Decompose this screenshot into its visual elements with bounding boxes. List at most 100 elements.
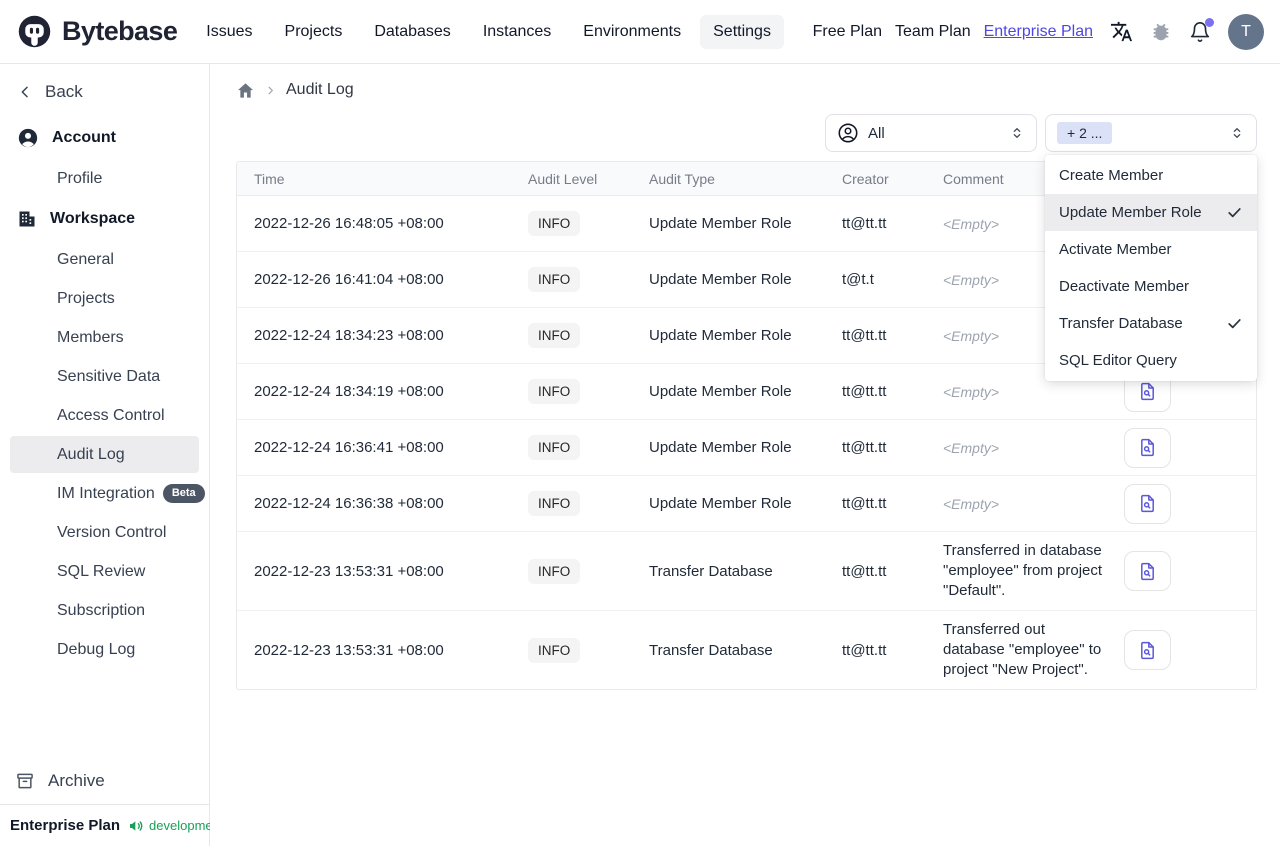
audit-level-badge: INFO: [528, 267, 581, 292]
cell-audit-type: Update Member Role: [649, 439, 792, 456]
home-icon[interactable]: [236, 81, 255, 100]
sidebar-item-access-control[interactable]: Access Control: [10, 397, 199, 434]
person-icon: [17, 127, 39, 149]
sidebar-item-members[interactable]: Members: [10, 319, 199, 356]
bytebase-logo[interactable]: Bytebase: [16, 13, 178, 50]
creator-filter-select[interactable]: All: [825, 114, 1037, 152]
sidebar-section-workspace: Workspace: [0, 199, 209, 239]
nav-item-environments[interactable]: Environments: [570, 15, 694, 49]
cell-creator: tt@tt.tt: [842, 641, 887, 659]
sidebar-item-general[interactable]: General: [10, 241, 199, 278]
sidebar-item-label: Debug Log: [57, 640, 136, 658]
sidebar-item-sql-review[interactable]: SQL Review: [10, 553, 199, 590]
nav-item-databases[interactable]: Databases: [361, 15, 464, 49]
menu-item-deactivate-member[interactable]: Deactivate Member: [1045, 268, 1257, 305]
sidebar-item-im-integration[interactable]: IM Integration Beta: [10, 475, 205, 512]
menu-item-label: Deactivate Member: [1059, 278, 1190, 295]
cell-audit-type: Transfer Database: [649, 641, 773, 659]
nav-item-settings[interactable]: Settings: [700, 14, 784, 49]
chevron-left-icon: [17, 84, 33, 100]
plan-links: Free Plan Team Plan Enterprise Plan: [813, 23, 1093, 41]
cell-creator: tt@tt.tt: [842, 562, 887, 580]
file-search-icon: [1137, 493, 1158, 514]
cell-audit-level: INFO: [528, 379, 649, 404]
cell-audit-level: INFO: [528, 435, 649, 460]
view-detail-button[interactable]: [1124, 551, 1171, 591]
view-detail-button[interactable]: [1124, 483, 1171, 524]
menu-item-create-member[interactable]: Create Member: [1045, 157, 1257, 194]
cell-creator: tt@tt.tt: [842, 327, 887, 344]
sidebar-item-label: Version Control: [57, 523, 167, 541]
notification-bell-icon[interactable]: [1189, 17, 1214, 43]
cell-time: 2022-12-26 16:41:04 +08:00: [254, 271, 444, 288]
sidebar-item-debug-log[interactable]: Debug Log: [10, 631, 199, 668]
cell-time: 2022-12-23 13:53:31 +08:00: [254, 562, 444, 580]
menu-item-sql-editor-query[interactable]: SQL Editor Query: [1045, 342, 1257, 379]
cell-creator: tt@tt.tt: [842, 383, 887, 400]
audit-level-badge: INFO: [528, 491, 581, 516]
menu-item-transfer-database[interactable]: Transfer Database: [1045, 305, 1257, 342]
menu-item-label: SQL Editor Query: [1059, 352, 1177, 369]
cell-time: 2022-12-24 18:34:23 +08:00: [254, 327, 444, 344]
check-icon: [1226, 204, 1243, 221]
plan-indicator: Enterprise Plan development: [0, 804, 224, 846]
cell-time: 2022-12-26 16:48:05 +08:00: [254, 215, 444, 232]
cell-comment: <Empty>: [943, 495, 1000, 512]
back-button[interactable]: Back: [0, 74, 209, 110]
sidebar-item-label: SQL Review: [57, 562, 146, 580]
column-header-audit-level: Audit Level: [528, 170, 598, 187]
archive-box-icon: [15, 771, 35, 791]
sidebar-bottom: Archive Enterprise Plan development: [0, 758, 224, 846]
menu-item-update-member-role[interactable]: Update Member Role: [1045, 194, 1257, 231]
sidebar-item-label: General: [57, 250, 114, 268]
cell-audit-type: Update Member Role: [649, 271, 792, 288]
table-row: 2022-12-24 16:36:38 +08:00 INFO Update Mem…: [237, 476, 1256, 532]
bug-report-icon[interactable]: [1150, 21, 1172, 43]
translate-icon[interactable]: [1110, 20, 1133, 43]
nav-item-instances[interactable]: Instances: [470, 15, 564, 49]
sidebar-item-audit-log[interactable]: Audit Log: [10, 436, 199, 473]
audit-type-filter-value: + 2 ...: [1057, 122, 1113, 144]
cell-comment: <Empty>: [943, 439, 1000, 456]
sidebar-section-title: Account: [52, 129, 116, 146]
filter-toolbar: All + 2 ...: [236, 114, 1257, 152]
nav-item-projects[interactable]: Projects: [272, 15, 356, 49]
audit-level-badge: INFO: [528, 435, 581, 460]
view-detail-button[interactable]: [1124, 630, 1171, 670]
person-circle-icon: [837, 122, 859, 144]
plan-name: Enterprise Plan: [10, 817, 121, 834]
sidebar-item-version-control[interactable]: Version Control: [10, 514, 199, 551]
column-header-time: Time: [254, 170, 285, 187]
column-header-creator: Creator: [842, 170, 889, 187]
enterprise-plan-link[interactable]: Enterprise Plan: [984, 23, 1093, 41]
cell-audit-level: INFO: [528, 211, 649, 236]
menu-item-activate-member[interactable]: Activate Member: [1045, 231, 1257, 268]
app-root: Bytebase Issues Projects Databases Instance…: [0, 0, 1280, 846]
sidebar-item-profile[interactable]: Profile: [10, 160, 199, 197]
sidebar-item-label: Members: [57, 328, 124, 346]
view-detail-button[interactable]: [1124, 427, 1171, 468]
sidebar-item-sensitive-data[interactable]: Sensitive Data: [10, 358, 199, 395]
file-search-icon: [1137, 437, 1158, 458]
audit-level-badge: INFO: [528, 558, 581, 584]
nav-item-issues[interactable]: Issues: [193, 15, 265, 49]
audit-level-badge: INFO: [528, 323, 581, 348]
cell-creator: tt@tt.tt: [842, 495, 887, 512]
avatar[interactable]: T: [1228, 13, 1264, 50]
brand-name: Bytebase: [62, 16, 178, 46]
cell-actions: [1124, 630, 1256, 670]
audit-type-filter-select[interactable]: + 2 ...: [1045, 114, 1257, 152]
free-plan-link[interactable]: Free Plan: [813, 23, 882, 41]
sidebar-item-subscription[interactable]: Subscription: [10, 592, 199, 629]
archive-label: Archive: [48, 771, 105, 790]
cell-actions: [1124, 427, 1256, 468]
audit-level-badge: INFO: [528, 379, 581, 404]
cell-creator: tt@tt.tt: [842, 439, 887, 456]
cell-time: 2022-12-24 18:34:19 +08:00: [254, 383, 444, 400]
cell-audit-type: Update Member Role: [649, 327, 792, 344]
sidebar-item-label: Sensitive Data: [57, 367, 161, 385]
sidebar-item-archive[interactable]: Archive: [0, 758, 209, 804]
breadcrumb-current: Audit Log: [286, 81, 354, 98]
team-plan-link[interactable]: Team Plan: [895, 23, 971, 41]
sidebar-item-projects[interactable]: Projects: [10, 280, 199, 317]
